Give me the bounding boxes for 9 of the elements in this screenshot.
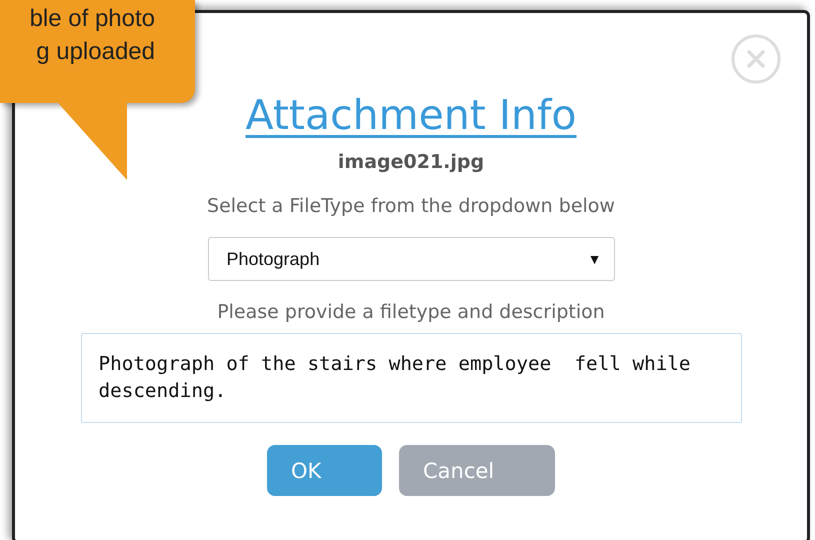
dialog-title: Attachment Info bbox=[246, 91, 576, 139]
close-icon[interactable] bbox=[730, 33, 782, 85]
callout-text: ble of photo bbox=[30, 4, 155, 34]
filetype-dropdown[interactable]: Photograph ▼ bbox=[208, 237, 614, 281]
callout-text: g uploaded bbox=[36, 37, 155, 67]
prompt-text: Please provide a filetype and description bbox=[217, 301, 605, 323]
file-name: image021.jpg bbox=[338, 151, 484, 173]
description-field[interactable]: Photograph of the stairs where employee fell while descending. bbox=[80, 333, 742, 423]
instruction-text: Select a FileType from the dropdown below bbox=[207, 195, 615, 217]
